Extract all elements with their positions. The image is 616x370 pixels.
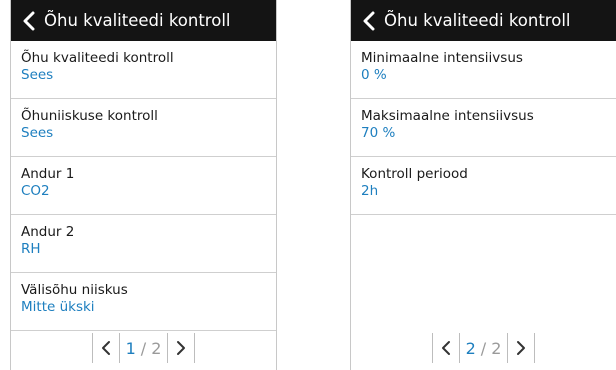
setting-label: Õhu kvaliteedi kontroll bbox=[21, 50, 174, 66]
page-current: 1 bbox=[125, 338, 136, 358]
pager-divider bbox=[534, 333, 536, 363]
screen-header: Õhu kvaliteedi kontroll bbox=[351, 0, 616, 41]
chevron-left-icon bbox=[101, 341, 110, 355]
setting-value: Mitte ükski bbox=[21, 299, 95, 315]
back-chevron-icon[interactable] bbox=[20, 10, 38, 32]
prev-page-button[interactable] bbox=[433, 333, 459, 363]
setting-row-max-intensity[interactable]: Maksimaalne intensiivsus 70 % bbox=[351, 99, 616, 157]
next-page-button[interactable] bbox=[168, 333, 194, 363]
back-chevron-icon[interactable] bbox=[360, 10, 378, 32]
setting-label: Õhuniiskuse kontroll bbox=[21, 108, 158, 124]
pagination-footer: 2 / 2 bbox=[351, 326, 616, 370]
next-page-button[interactable] bbox=[508, 333, 534, 363]
setting-value: Sees bbox=[21, 67, 54, 83]
setting-row-sensor-1[interactable]: Andur 1 CO2 bbox=[11, 157, 276, 215]
setting-value: 0 % bbox=[361, 67, 387, 83]
setting-row-control-period[interactable]: Kontroll periood 2h bbox=[351, 157, 616, 215]
setting-label: Minimaalne intensiivsus bbox=[361, 50, 523, 66]
page-current: 2 bbox=[465, 338, 476, 358]
prev-page-button[interactable] bbox=[93, 333, 119, 363]
screen-title: Õhu kvaliteedi kontroll bbox=[44, 11, 231, 30]
chevron-right-icon bbox=[517, 341, 526, 355]
pagination-footer: 1 / 2 bbox=[11, 326, 276, 370]
setting-value: 2h bbox=[361, 183, 379, 199]
setting-label: Välisõhu niiskus bbox=[21, 282, 128, 298]
setting-row-sensor-2[interactable]: Andur 2 RH bbox=[11, 215, 276, 273]
page-indicator: 1 / 2 bbox=[120, 339, 168, 358]
pager-divider bbox=[194, 333, 196, 363]
setting-label: Maksimaalne intensiivsus bbox=[361, 108, 534, 124]
screen-header: Õhu kvaliteedi kontroll bbox=[11, 0, 276, 41]
chevron-left-icon bbox=[441, 341, 450, 355]
setting-label: Andur 1 bbox=[21, 166, 75, 182]
setting-row-air-quality-control[interactable]: Õhu kvaliteedi kontroll Sees bbox=[11, 41, 276, 99]
settings-screen-page-2: Õhu kvaliteedi kontroll Minimaalne inten… bbox=[350, 0, 616, 370]
setting-value: 70 % bbox=[361, 125, 396, 141]
chevron-right-icon bbox=[177, 341, 186, 355]
setting-value: CO2 bbox=[21, 183, 50, 199]
page-total: 2 bbox=[491, 338, 502, 358]
screen-title: Õhu kvaliteedi kontroll bbox=[384, 11, 571, 30]
settings-screen-page-1: Õhu kvaliteedi kontroll Õhu kvaliteedi k… bbox=[10, 0, 277, 370]
setting-value: RH bbox=[21, 241, 41, 257]
page-separator: / bbox=[480, 338, 487, 358]
page-separator: / bbox=[140, 338, 147, 358]
setting-row-outdoor-humidity[interactable]: Välisõhu niiskus Mitte ükski bbox=[11, 273, 276, 331]
setting-row-humidity-control[interactable]: Õhuniiskuse kontroll Sees bbox=[11, 99, 276, 157]
page-total: 2 bbox=[151, 338, 162, 358]
setting-value: Sees bbox=[21, 125, 54, 141]
setting-row-min-intensity[interactable]: Minimaalne intensiivsus 0 % bbox=[351, 41, 616, 99]
setting-label: Andur 2 bbox=[21, 224, 75, 240]
setting-label: Kontroll periood bbox=[361, 166, 468, 182]
page-indicator: 2 / 2 bbox=[460, 339, 508, 358]
pager: 2 / 2 bbox=[431, 333, 536, 363]
pager: 1 / 2 bbox=[91, 333, 196, 363]
